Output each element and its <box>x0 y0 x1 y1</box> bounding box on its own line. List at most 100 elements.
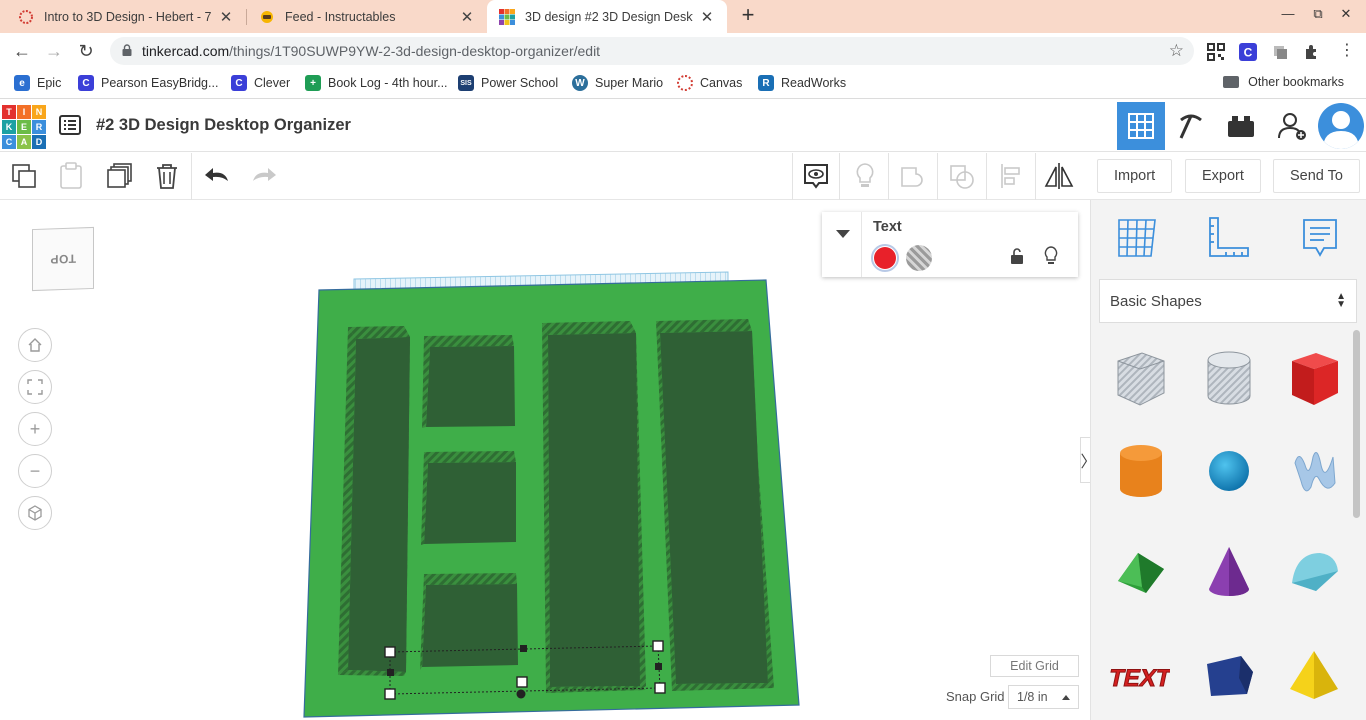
hide-button[interactable] <box>850 161 880 191</box>
bookmark-star-icon[interactable]: ☆ <box>1169 41 1184 61</box>
bricks-view-button[interactable] <box>1217 102 1265 150</box>
shape-scribble[interactable] <box>1279 436 1349 506</box>
qr-code-icon[interactable] <box>1207 43 1225 61</box>
avatar[interactable] <box>1318 103 1364 149</box>
shape-sphere[interactable] <box>1194 436 1264 506</box>
logo-letter: E <box>17 120 31 134</box>
ruler-tool-icon[interactable] <box>1204 214 1252 262</box>
bookmark-label: ReadWorks <box>781 76 847 90</box>
send-to-button[interactable]: Send To <box>1273 159 1360 193</box>
3d-scene <box>303 271 800 718</box>
mirror-button[interactable] <box>1044 161 1074 191</box>
bookmark-canvas[interactable]: Canvas <box>677 75 742 91</box>
restore-icon[interactable]: ⧉ <box>1308 6 1328 22</box>
shape-polygon[interactable] <box>1194 640 1264 710</box>
copy-button[interactable] <box>9 161 39 191</box>
shape-category-select[interactable]: Basic Shapes ▲ ▼ <box>1099 279 1357 323</box>
align-button[interactable] <box>996 161 1026 191</box>
shape-box[interactable] <box>1279 343 1349 413</box>
browser-tab-intro[interactable]: Intro to 3D Design - Hebert - 7(A) ✕ <box>6 0 246 33</box>
extension-gray-icon[interactable] <box>1271 43 1289 61</box>
browser-tab-instructables[interactable]: Feed - Instructables ✕ <box>247 0 487 33</box>
edit-grid-button[interactable]: Edit Grid <box>990 655 1079 677</box>
bookmark-clever[interactable]: C Clever <box>231 75 290 91</box>
3d-design-view-button[interactable] <box>1117 102 1165 150</box>
invite-user-button[interactable] <box>1268 102 1316 150</box>
shapes-panel: Basic Shapes ▲ ▼ TEXT <box>1090 200 1366 720</box>
workplane-tool-icon[interactable] <box>1113 214 1161 262</box>
import-button[interactable]: Import <box>1097 159 1173 193</box>
notes-tool-icon[interactable] <box>1296 214 1344 262</box>
browser-tab-tinkercad[interactable]: 3D design #2 3D Design Desktop ✕ <box>487 0 727 33</box>
bookmark-epic[interactable]: e Epic <box>14 75 61 91</box>
align-icon <box>1001 164 1020 188</box>
brick-icon <box>1228 116 1254 137</box>
compartment-hole <box>424 462 516 544</box>
address-bar[interactable]: tinkercad.com/things/1T90SUWP9YW-2-3d-de… <box>110 37 1194 65</box>
design-title[interactable]: #2 3D Design Desktop Organizer <box>96 116 351 135</box>
shape-roof[interactable] <box>1105 536 1175 606</box>
bookmark-booklog[interactable]: + Book Log - 4th hour... <box>305 75 448 91</box>
bookmark-supermario[interactable]: W Super Mario <box>572 75 663 91</box>
panel-toggle-chevron-icon[interactable]: 〉 <box>1080 437 1090 483</box>
canvas-logo-icon <box>19 9 33 24</box>
group-button[interactable] <box>898 161 928 191</box>
shape-round-roof[interactable] <box>1279 536 1349 606</box>
toolbar-divider <box>986 153 987 200</box>
scribble-icon <box>1294 452 1336 492</box>
bookmark-powerschool[interactable]: SIS Power School <box>458 75 558 91</box>
minimize-icon[interactable]: — <box>1278 6 1298 21</box>
clever-extension-icon[interactable]: C <box>1239 43 1257 61</box>
bookmark-readworks[interactable]: R ReadWorks <box>758 75 846 91</box>
url-path: /things/1T90SUWP9YW-2-3d-design-desktop-… <box>229 43 601 59</box>
compartment-hole <box>348 337 410 672</box>
toolbar-divider <box>792 153 793 200</box>
solid-color-button[interactable] <box>871 244 899 272</box>
epic-icon: e <box>14 75 30 91</box>
shape-cylinder-hole[interactable] <box>1194 343 1264 413</box>
window-close-icon[interactable]: ✕ <box>1336 6 1356 22</box>
more-menu-icon[interactable]: ⋮ <box>1335 39 1359 63</box>
unlock-icon[interactable] <box>1010 248 1024 264</box>
shape-text[interactable]: TEXT <box>1105 640 1175 710</box>
pearson-icon: C <box>78 75 94 91</box>
duplicate-button[interactable] <box>105 161 135 191</box>
export-button[interactable]: Export <box>1185 159 1261 193</box>
shape-pyramid[interactable] <box>1279 640 1349 710</box>
lightbulb-icon[interactable] <box>1044 246 1058 266</box>
forward-arrow-icon[interactable]: → <box>42 39 66 63</box>
shape-box-hole[interactable] <box>1105 343 1175 413</box>
other-bookmarks[interactable]: Other bookmarks <box>1223 75 1344 89</box>
delete-button[interactable] <box>152 161 182 191</box>
shape-name[interactable]: Text <box>873 219 902 235</box>
back-arrow-icon[interactable]: ← <box>10 39 34 63</box>
toolbar-divider <box>888 153 889 200</box>
tinkercad-logo[interactable]: T I N K E R C A D <box>2 105 46 149</box>
shape-cone[interactable] <box>1194 536 1264 606</box>
undo-arrow-icon <box>205 168 228 181</box>
undo-button[interactable] <box>202 161 232 191</box>
shape-cylinder[interactable] <box>1106 436 1176 506</box>
collapse-inspector-icon[interactable] <box>836 230 850 238</box>
lock-icon <box>122 44 132 56</box>
bookmarks-bar: e Epic C Pearson EasyBridg... C Clever + Boo… <box>0 69 1366 99</box>
design-list-icon[interactable] <box>59 115 81 135</box>
puzzle-icon[interactable] <box>1303 43 1321 61</box>
new-tab-button[interactable]: + <box>736 4 760 28</box>
purple-cone-icon <box>1209 547 1249 596</box>
close-icon[interactable]: ✕ <box>459 8 475 26</box>
reload-icon[interactable]: ↻ <box>74 39 98 63</box>
notes-tool-button[interactable] <box>801 161 831 191</box>
bookmark-pearson[interactable]: C Pearson EasyBridg... <box>78 75 218 91</box>
paste-button[interactable] <box>56 161 86 191</box>
ungroup-button[interactable] <box>947 161 977 191</box>
hole-button[interactable] <box>906 245 932 271</box>
close-icon[interactable]: ✕ <box>218 8 234 26</box>
blocks-view-button[interactable] <box>1167 102 1215 150</box>
snap-grid-select[interactable]: 1/8 in <box>1008 685 1079 709</box>
workplane-canvas[interactable]: TOP + − Text Edit Grid Snap Grid 1/8 in <box>0 200 1090 720</box>
redo-button[interactable] <box>249 161 279 191</box>
close-icon[interactable]: ✕ <box>699 8 715 26</box>
bookmark-label: Super Mario <box>595 76 664 90</box>
shapes-panel-scrollbar[interactable] <box>1353 330 1360 518</box>
